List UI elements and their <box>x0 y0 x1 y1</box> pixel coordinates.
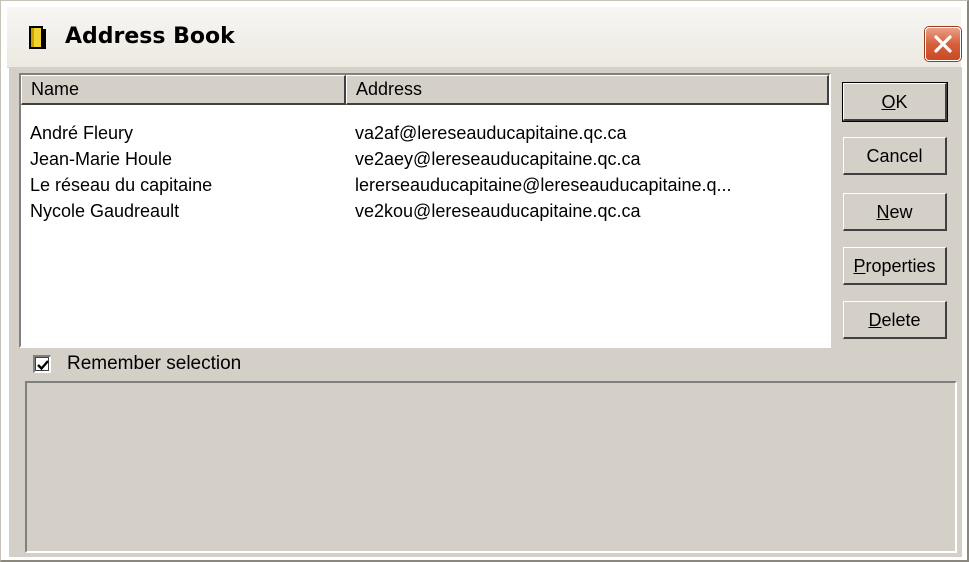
list-rows: André Fleury va2af@lereseauducapitaine.q… <box>21 120 829 224</box>
list-item[interactable]: Nycole Gaudreault ve2kou@lereseauducapit… <box>21 198 829 224</box>
delete-button[interactable]: Delete <box>843 301 947 339</box>
list-item[interactable]: Jean-Marie Houle ve2aey@lereseauducapita… <box>21 146 829 172</box>
checkmark-icon <box>37 360 49 371</box>
address-book-window: Address Book Name Address André Fleury v… <box>0 0 969 562</box>
ok-button[interactable]: OK <box>843 83 947 121</box>
cancel-button[interactable]: Cancel <box>843 137 947 175</box>
contact-name: Le réseau du capitaine <box>30 175 213 195</box>
title-bar[interactable]: Address Book <box>7 7 961 68</box>
address-list[interactable]: Name Address André Fleury va2af@lereseau… <box>19 73 831 348</box>
window-title: Address Book <box>65 24 235 49</box>
contact-address: ve2aey@lereseauducapitaine.qc.ca <box>355 149 641 169</box>
list-item[interactable]: Le réseau du capitaine lererseauducapita… <box>21 172 829 198</box>
contact-name: Jean-Marie Houle <box>30 149 173 169</box>
properties-button[interactable]: Properties <box>843 247 947 285</box>
preview-pane <box>25 381 957 553</box>
contact-address: va2af@lereseauducapitaine.qc.ca <box>355 123 627 143</box>
address-book-icon <box>27 25 47 51</box>
contact-address: ve2kou@lereseauducapitaine.qc.ca <box>355 201 641 221</box>
column-header-name[interactable]: Name <box>21 75 346 105</box>
remember-selection-label: Remember selection <box>67 353 242 374</box>
remember-selection-checkbox[interactable]: Remember selection <box>33 351 333 377</box>
close-icon <box>934 35 952 53</box>
contact-name: Nycole Gaudreault <box>30 201 180 221</box>
contact-address: lererseauducapitaine@lereseauducapitaine… <box>355 175 732 195</box>
new-button[interactable]: New <box>843 193 947 231</box>
list-header: Name Address <box>21 75 829 105</box>
column-header-address[interactable]: Address <box>346 75 829 105</box>
checkbox-box[interactable] <box>33 355 51 373</box>
contact-name: André Fleury <box>30 123 134 143</box>
close-button[interactable] <box>925 27 961 61</box>
list-item[interactable]: André Fleury va2af@lereseauducapitaine.q… <box>21 120 829 146</box>
